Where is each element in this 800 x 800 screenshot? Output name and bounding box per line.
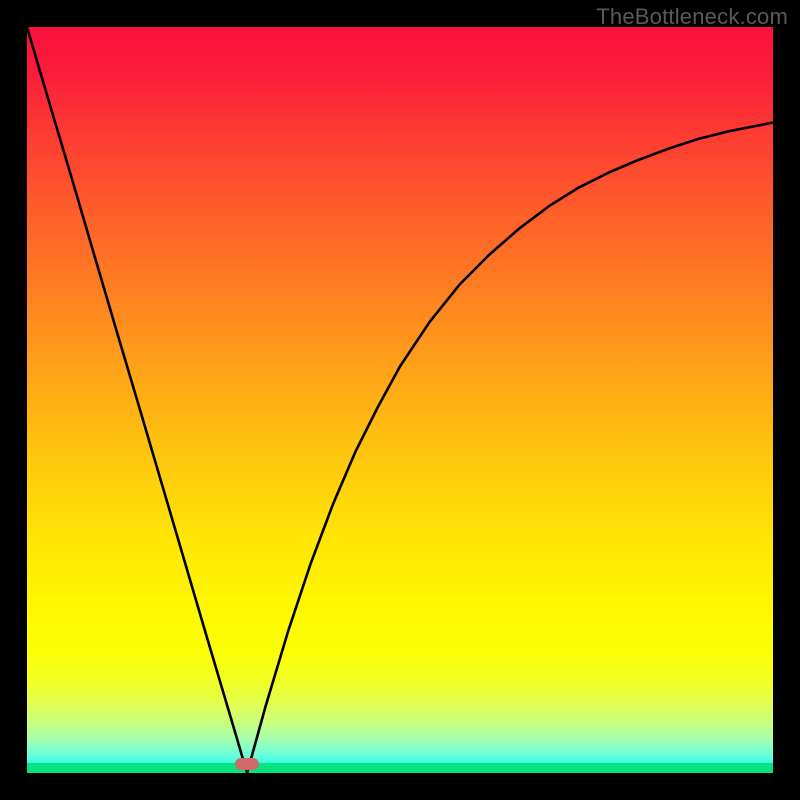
bottleneck-curve <box>27 27 773 773</box>
watermark-text: TheBottleneck.com <box>596 4 788 30</box>
minimum-marker <box>235 758 259 770</box>
curve-path <box>27 27 773 773</box>
plot-area <box>27 27 773 773</box>
